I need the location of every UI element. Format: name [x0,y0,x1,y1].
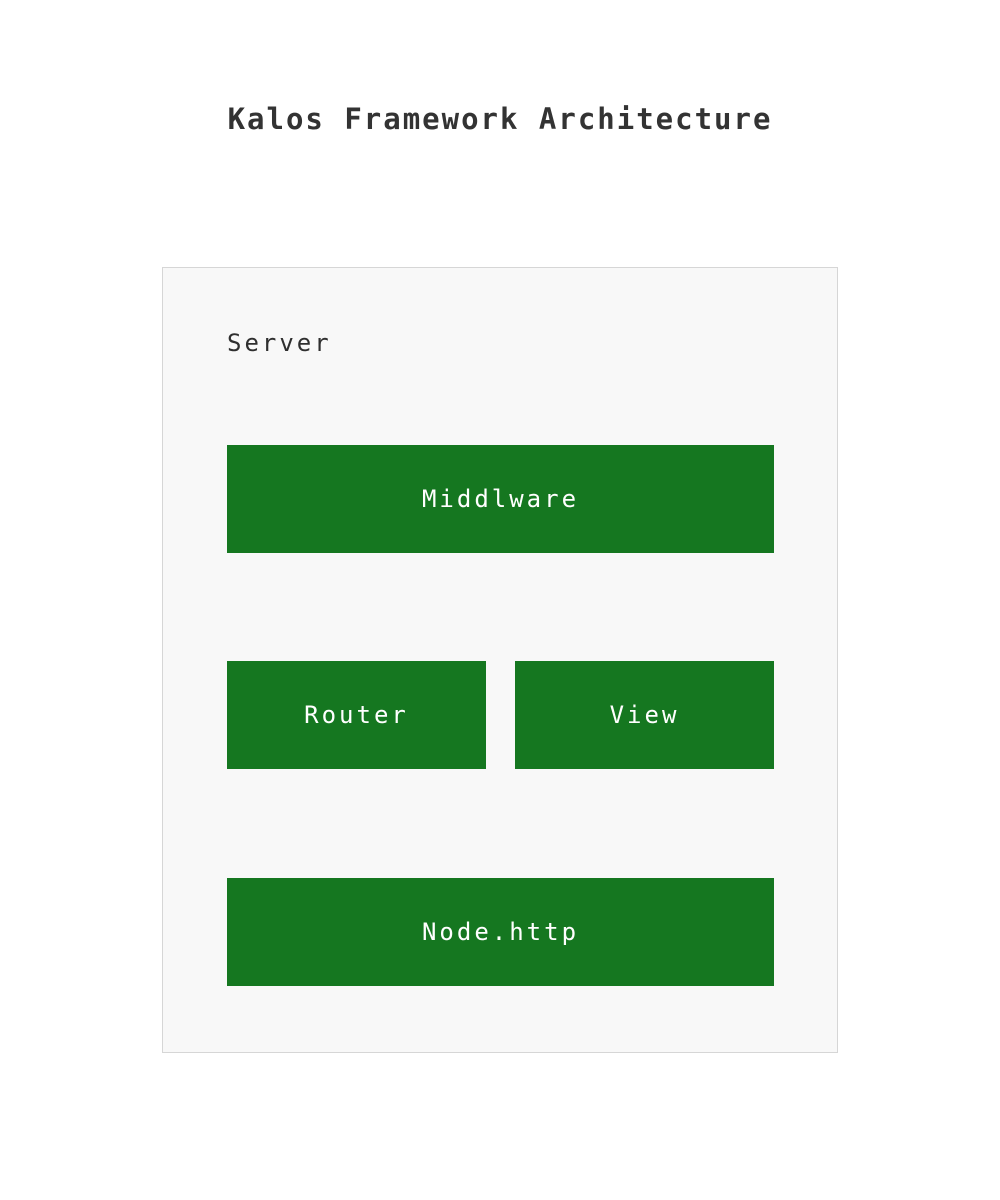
view-label: View [609,701,680,729]
server-label: Server [227,329,332,357]
middleware-box: Middlware [227,445,774,553]
router-box: Router [227,661,486,769]
middleware-label: Middlware [421,485,580,513]
diagram-title: Kalos Framework Architecture [227,102,773,136]
view-box: View [515,661,774,769]
node-http-box: Node.http [227,878,774,986]
node-http-label: Node.http [421,918,580,946]
router-label: Router [304,701,409,729]
